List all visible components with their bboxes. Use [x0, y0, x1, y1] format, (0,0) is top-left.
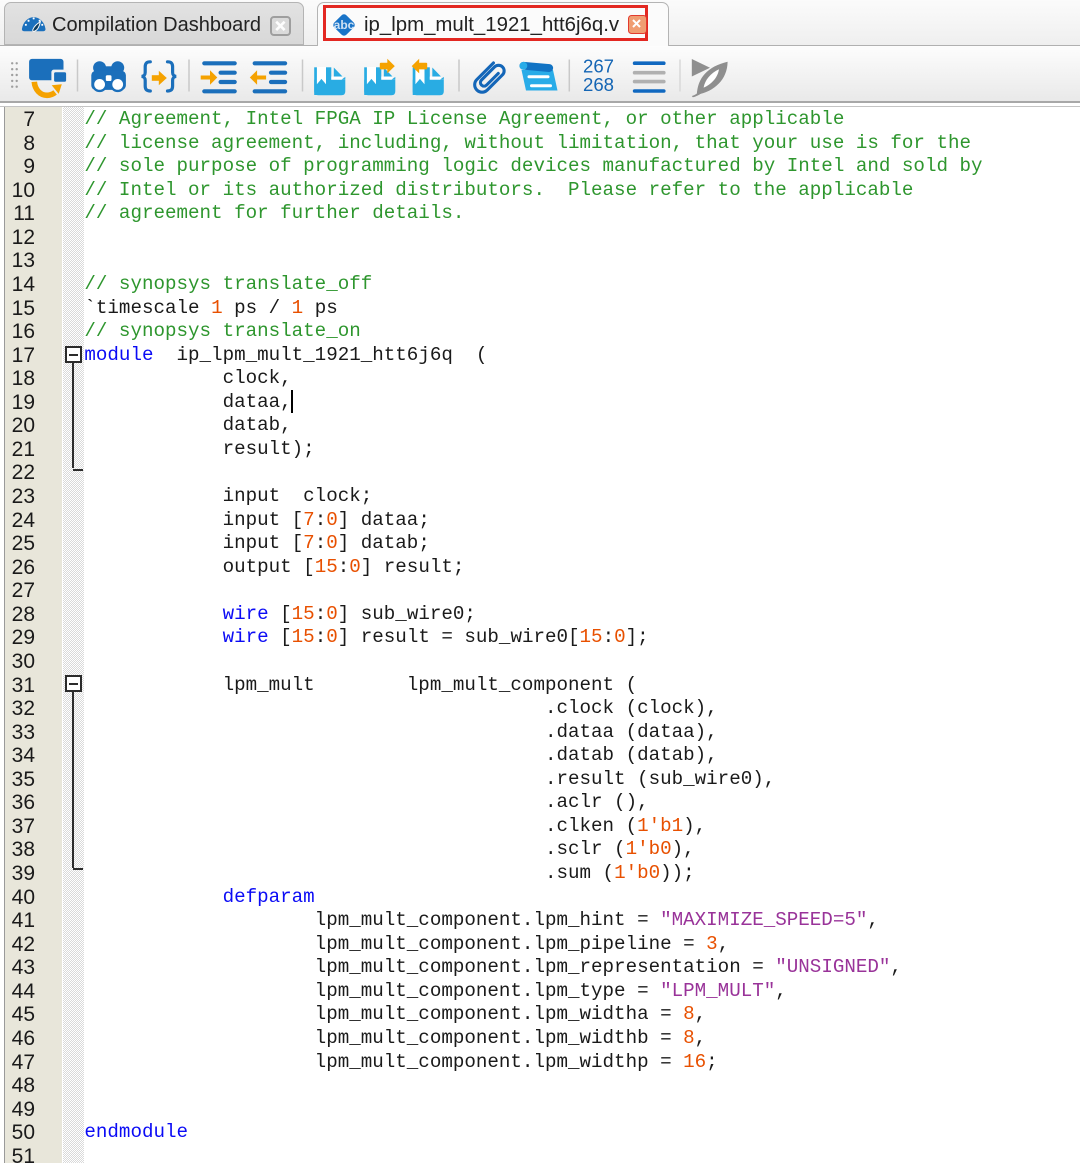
svg-text:abc: abc [334, 18, 355, 32]
svg-text:268: 268 [583, 74, 614, 95]
